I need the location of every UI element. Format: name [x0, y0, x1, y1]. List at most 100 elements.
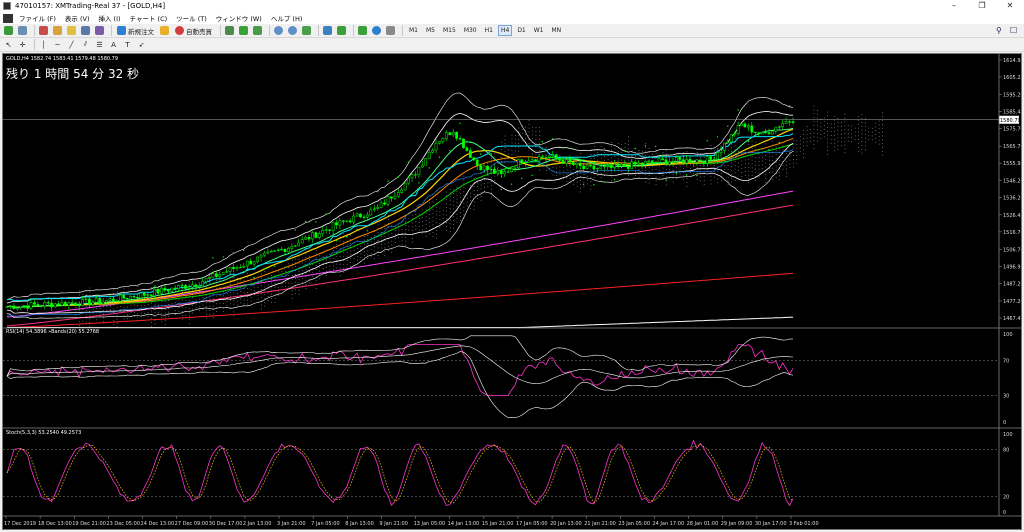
cloud-dot	[573, 165, 574, 166]
cloud-dot	[377, 255, 379, 256]
cloud-dot	[837, 137, 839, 139]
menu-tools[interactable]: ツール (T)	[176, 13, 207, 23]
text-icon[interactable]: A	[108, 39, 119, 50]
menu-help[interactable]: ヘルプ (H)	[271, 13, 303, 23]
bar-chart-icon[interactable]	[224, 25, 235, 36]
navigator-icon[interactable]	[66, 25, 77, 36]
price-tick-label: 1546.20	[1003, 178, 1021, 184]
cloud-dot	[264, 294, 266, 295]
cloud-dot	[127, 306, 128, 308]
new-order-button[interactable]: 新規注文	[115, 25, 156, 36]
zoom-out-icon[interactable]	[287, 25, 298, 36]
cloud-dot	[288, 286, 290, 288]
sar-dot	[397, 176, 399, 178]
timeframe-m30[interactable]: M30	[461, 25, 480, 36]
cloud-dot	[652, 169, 653, 171]
cloud-dot	[624, 147, 626, 148]
cloud-dot	[439, 211, 441, 213]
cloud-dot	[436, 218, 437, 220]
cloud-dot	[690, 164, 691, 166]
auto-scroll-icon[interactable]	[336, 25, 347, 36]
cloud-dot	[710, 164, 712, 166]
cloud-dot	[631, 155, 633, 157]
cloud-dot	[250, 293, 252, 294]
candle-body	[784, 121, 788, 124]
candle-body	[681, 159, 685, 164]
vertical-line-icon[interactable]: │	[38, 39, 49, 50]
timeframe-mn[interactable]: MN	[549, 25, 565, 36]
label-icon[interactable]: T	[122, 39, 133, 50]
market-watch-icon[interactable]	[38, 25, 49, 36]
timeframe-h1[interactable]: H1	[482, 25, 496, 36]
sar-dot	[788, 105, 791, 107]
cloud-dot	[281, 286, 283, 288]
cloud-dot	[755, 168, 756, 170]
cloud-dot	[748, 167, 750, 168]
cloud-dot	[717, 182, 719, 184]
line-chart-icon[interactable]	[252, 25, 263, 36]
menu-chart[interactable]: チャート (C)	[130, 13, 168, 23]
horizontal-line-icon[interactable]: ─	[52, 39, 63, 50]
cloud-dot	[882, 151, 883, 152]
timeframe-m1[interactable]: M1	[406, 25, 421, 36]
cloud-dot	[158, 304, 159, 306]
cloud-dot	[751, 156, 753, 157]
chat-icon[interactable]: ☐	[1010, 26, 1020, 36]
candle-body	[139, 292, 143, 299]
restore-button[interactable]: ❐	[968, 0, 996, 12]
arrows-icon[interactable]: ➶	[136, 39, 147, 50]
cloud-dot	[394, 230, 396, 232]
channel-icon[interactable]: ⫽	[80, 39, 91, 50]
menu-file[interactable]: ファイル (F)	[19, 13, 56, 23]
periods-icon[interactable]	[371, 25, 382, 36]
tile-windows-icon[interactable]	[301, 25, 312, 36]
menu-view[interactable]: 表示 (V)	[65, 13, 90, 23]
timeframe-m5[interactable]: M5	[423, 25, 438, 36]
indicators-icon[interactable]	[357, 25, 368, 36]
terminal-icon[interactable]	[80, 25, 91, 36]
chart-canvas[interactable]: 1580.791614.951605.251595.201585.451575.…	[3, 54, 1021, 529]
chart-shift-icon[interactable]	[322, 25, 333, 36]
timeframe-h4[interactable]: H4	[497, 25, 513, 36]
candle-body	[190, 284, 194, 288]
auto-trading-button[interactable]: 自動売買	[173, 25, 214, 36]
new-chart-icon[interactable]	[3, 25, 14, 36]
candlestick-chart-icon[interactable]	[238, 25, 249, 36]
tester-icon[interactable]	[94, 25, 105, 36]
data-window-icon[interactable]	[52, 25, 63, 36]
chart-window[interactable]: 1580.791614.951605.251595.201585.451575.…	[2, 53, 1022, 530]
candle-body	[568, 159, 572, 163]
timeframe-w1[interactable]: W1	[531, 25, 547, 36]
chart-system-menu-icon[interactable]	[3, 13, 13, 23]
templates-icon[interactable]	[385, 25, 396, 36]
close-button[interactable]: ✕	[996, 0, 1024, 12]
cloud-dot	[878, 136, 880, 137]
cloud-dot	[539, 131, 540, 132]
minimize-button[interactable]: –	[940, 0, 968, 12]
cloud-dot	[425, 216, 427, 218]
sar-dot	[572, 148, 574, 150]
zoom-in-icon[interactable]	[273, 25, 284, 36]
cloud-dot	[799, 139, 801, 141]
cursor-icon[interactable]: ↖	[3, 39, 14, 50]
cloud-dot	[343, 271, 345, 273]
profiles-icon[interactable]	[17, 25, 28, 36]
cloud-dot	[106, 306, 108, 307]
cloud-dot	[858, 147, 859, 148]
cloud-dot	[370, 241, 372, 242]
trendline-icon[interactable]: ╱	[66, 39, 77, 50]
cloud-dot	[645, 143, 647, 144]
cloud-dot	[652, 154, 653, 155]
menu-insert[interactable]: 挿入 (I)	[98, 13, 120, 23]
fibonacci-icon[interactable]: ☰	[94, 39, 105, 50]
cloud-dot	[659, 169, 660, 171]
timeframe-d1[interactable]: D1	[514, 25, 528, 36]
cloud-dot	[291, 290, 293, 292]
metaeditor-icon[interactable]	[159, 25, 170, 36]
timeframe-m15[interactable]: M15	[440, 25, 459, 36]
menu-window[interactable]: ウィンドウ (W)	[216, 13, 262, 23]
crosshair-icon[interactable]: ✛	[17, 39, 28, 50]
candle-body	[53, 303, 57, 308]
search-icon[interactable]: ⚲	[996, 26, 1006, 36]
candle-body	[441, 138, 445, 142]
